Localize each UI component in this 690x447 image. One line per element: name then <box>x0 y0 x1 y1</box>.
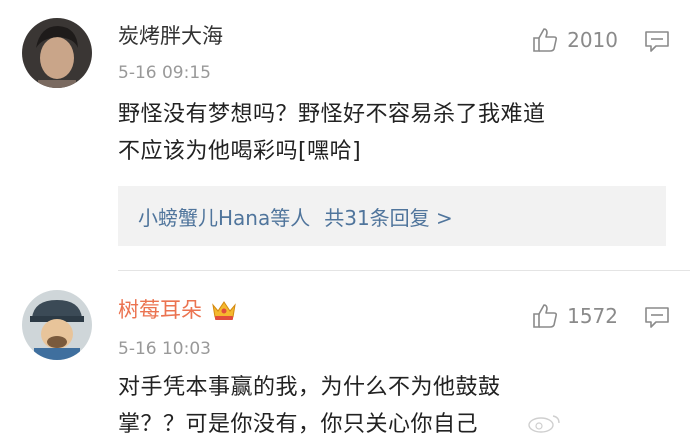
watermark-logo <box>528 415 560 433</box>
reply-count: 共31条回复 > <box>324 205 453 230</box>
comment-text-line: 不应该为他喝彩吗[嘿哈] <box>118 139 362 164</box>
like-button[interactable]: 1572 <box>531 302 618 330</box>
comment-text-line: 野怪没有梦想吗？野怪好不容易杀了我难道 <box>118 102 546 127</box>
like-count: 2010 <box>567 28 618 52</box>
username-text: 树莓耳朵 <box>118 298 202 322</box>
crown-icon <box>212 301 236 320</box>
username[interactable]: 炭烤胖大海 <box>118 22 223 50</box>
comment-text: 对手凭本事赢的我，为什么不为他鼓鼓 掌？？可是你没有，你只关心你自己 <box>118 369 658 443</box>
avatar[interactable] <box>22 18 92 88</box>
comment-bubble-icon[interactable] <box>644 29 670 53</box>
username[interactable]: 树莓耳朵 <box>118 296 238 324</box>
comment-text: 野怪没有梦想吗？野怪好不容易杀了我难道 不应该为他喝彩吗[嘿哈] <box>118 96 658 170</box>
like-count: 1572 <box>567 304 618 328</box>
avatar[interactable] <box>22 290 92 360</box>
timestamp: 5-16 10:03 <box>118 339 211 359</box>
comment-text-line: 掌？？可是你没有，你只关心你自己 <box>118 412 479 437</box>
comment-item: 炭烤胖大海 5-16 09:15 2010 野怪没有梦想吗？野怪好不容易杀了我难… <box>0 0 690 270</box>
comment-bubble-icon[interactable] <box>644 305 670 329</box>
thumbs-up-icon <box>533 28 558 52</box>
comment-item: 树莓耳朵 5-16 10:03 1572 对手凭本事赢的我，为什么不为他鼓鼓 掌… <box>0 271 690 447</box>
like-button[interactable]: 2010 <box>531 26 618 54</box>
timestamp: 5-16 09:15 <box>118 63 211 83</box>
comment-text-line: 对手凭本事赢的我，为什么不为他鼓鼓 <box>118 375 501 400</box>
reply-names: 小螃蟹儿Hana等人 <box>138 205 311 230</box>
thumbs-up-icon <box>533 304 558 328</box>
replies-link[interactable]: 小螃蟹儿Hana等人 共31条回复 > <box>118 186 666 246</box>
